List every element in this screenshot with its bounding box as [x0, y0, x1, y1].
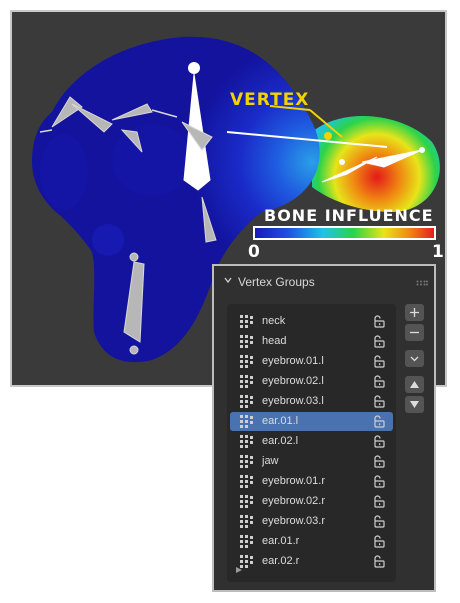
- vertex-group-icon: [240, 315, 253, 328]
- move-up-icon: [410, 381, 419, 388]
- vertex-group-name: eyebrow.02.l: [262, 375, 324, 387]
- unlocked-icon[interactable]: [372, 335, 385, 348]
- unlocked-icon[interactable]: [372, 555, 385, 568]
- vertex-group-icon: [240, 395, 253, 408]
- vertex-group-icon: [240, 375, 253, 388]
- vertex-group-icon: [240, 475, 253, 488]
- vertex-group-list[interactable]: neck head eyebrow.01.l eyebrow.02.l eyebrow.…: [227, 304, 396, 582]
- list-item[interactable]: eyebrow.01.r: [230, 472, 393, 491]
- bone-influence-title: BONE INFLUENCE: [264, 206, 434, 225]
- menu-icon: [410, 356, 419, 362]
- panel-header[interactable]: Vertex Groups: [214, 266, 434, 298]
- list-item[interactable]: eyebrow.02.r: [230, 492, 393, 511]
- list-item[interactable]: jaw: [230, 452, 393, 471]
- vertex-group-name: eyebrow.01.r: [262, 475, 325, 487]
- list-item[interactable]: eyebrow.03.r: [230, 512, 393, 531]
- unlocked-icon[interactable]: [372, 435, 385, 448]
- vertex-group-name: ear.01.r: [262, 535, 300, 547]
- list-item[interactable]: eyebrow.01.l: [230, 352, 393, 371]
- vertex-group-name: ear.01.l: [262, 415, 299, 427]
- list-item[interactable]: ear.02.r: [230, 552, 393, 571]
- panel-title: Vertex Groups: [238, 275, 315, 289]
- move-down-icon: [410, 401, 419, 408]
- vertex-label: VERTEX: [230, 90, 310, 110]
- vertex-group-icon: [240, 435, 253, 448]
- list-item[interactable]: ear.01.r: [230, 532, 393, 551]
- unlocked-icon[interactable]: [372, 415, 385, 428]
- group-specials-menu-button[interactable]: [405, 350, 424, 367]
- vertex-group-name: jaw: [262, 455, 279, 467]
- vertex-group-name: eyebrow.02.r: [262, 495, 325, 507]
- drag-grip-icon[interactable]: [416, 280, 428, 286]
- unlocked-icon[interactable]: [372, 315, 385, 328]
- vertex-group-icon: [240, 495, 253, 508]
- remove-icon: [410, 331, 419, 334]
- vertex-group-name: eyebrow.03.l: [262, 395, 324, 407]
- vertex-group-icon: [240, 415, 253, 428]
- unlocked-icon[interactable]: [372, 475, 385, 488]
- vertex-group-name: ear.02.r: [262, 555, 300, 567]
- move-up-button[interactable]: [405, 376, 424, 393]
- unlocked-icon[interactable]: [372, 395, 385, 408]
- unlocked-icon[interactable]: [372, 495, 385, 508]
- vertex-group-name: ear.02.l: [262, 435, 299, 447]
- vertex-group-icon: [240, 515, 253, 528]
- vertex-group-icon: [240, 455, 253, 468]
- vertex-group-icon: [240, 355, 253, 368]
- list-item[interactable]: eyebrow.02.l: [230, 372, 393, 391]
- unlocked-icon[interactable]: [372, 535, 385, 548]
- vertex-groups-panel: Vertex Groups neck head eyebrow.01.l eyebro…: [212, 264, 436, 592]
- list-item[interactable]: ear.01.l: [230, 412, 393, 431]
- list-item[interactable]: eyebrow.03.l: [230, 392, 393, 411]
- unlocked-icon[interactable]: [372, 355, 385, 368]
- list-item[interactable]: head: [230, 332, 393, 351]
- list-item[interactable]: neck: [230, 312, 393, 331]
- influence-gradient-bar: [253, 226, 436, 240]
- unlocked-icon[interactable]: [372, 455, 385, 468]
- vertex-group-name: eyebrow.01.l: [262, 355, 324, 367]
- influence-min-label: 0: [248, 242, 260, 262]
- vertex-group-icon: [240, 335, 253, 348]
- remove-group-button[interactable]: [405, 324, 424, 341]
- vertex-group-icon: [240, 555, 253, 568]
- chevron-down-icon: [224, 277, 232, 284]
- unlocked-icon[interactable]: [372, 375, 385, 388]
- vertex-group-icon: [240, 535, 253, 548]
- influence-max-label: 1: [432, 242, 444, 262]
- add-group-button[interactable]: [405, 304, 424, 321]
- vertex-group-name: eyebrow.03.r: [262, 515, 325, 527]
- add-icon: [410, 308, 419, 317]
- vertex-group-name: neck: [262, 315, 286, 327]
- vertex-group-name: head: [262, 335, 287, 347]
- list-item[interactable]: ear.02.l: [230, 432, 393, 451]
- move-down-button[interactable]: [405, 396, 424, 413]
- unlocked-icon[interactable]: [372, 515, 385, 528]
